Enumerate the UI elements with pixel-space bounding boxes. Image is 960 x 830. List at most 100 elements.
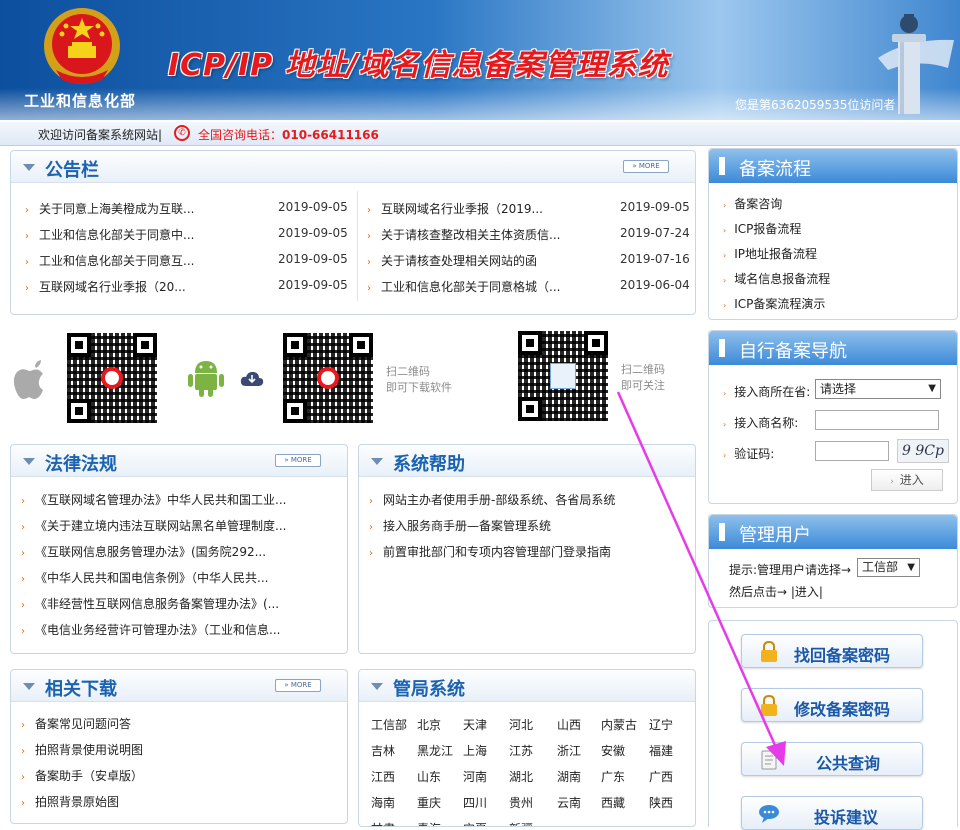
bureau-link[interactable]: 安徽 — [601, 742, 625, 759]
bureau-link[interactable]: 山西 — [557, 716, 581, 733]
notice-item[interactable]: › 工业和信息化部关于同意互... — [25, 252, 194, 269]
notice-item[interactable]: › 关于同意上海美橙成为互联... — [25, 200, 194, 217]
bureau-link[interactable]: 辽宁 — [649, 716, 673, 733]
notice-item-text[interactable]: 工业和信息化部关于同意中... — [39, 228, 194, 242]
bureau-link[interactable]: 广东 — [601, 768, 625, 785]
process-item[interactable]: › ICP备案流程演示 — [723, 295, 825, 312]
process-item-text[interactable]: IP地址报备流程 — [734, 247, 817, 261]
bureau-link[interactable]: 吉林 — [371, 742, 395, 759]
law-item[interactable]: › 《电信业务经营许可管理办法》（工业和信息... — [21, 621, 280, 638]
bureau-link[interactable]: 上海 — [463, 742, 487, 759]
notice-item[interactable]: › 工业和信息化部关于同意中... — [25, 226, 194, 243]
bureau-link[interactable]: 河南 — [463, 768, 487, 785]
help-item[interactable]: › 接入服务商手册—备案管理系统 — [369, 517, 551, 534]
bureau-link[interactable]: 云南 — [557, 794, 581, 811]
notice-item[interactable]: › 互联网域名行业季报（2019... — [367, 200, 543, 217]
captcha-input[interactable] — [815, 441, 889, 461]
province-select[interactable]: 请选择 — [815, 379, 941, 399]
download-item-text[interactable]: 备案常见问题问答 — [35, 717, 131, 731]
download-more-button[interactable]: » MORE — [275, 679, 321, 692]
help-item-text[interactable]: 网站主办者使用手册-部级系统、各省局系统 — [383, 493, 615, 507]
bureau-link[interactable]: 北京 — [417, 716, 441, 733]
bureau-link[interactable]: 青海 — [417, 820, 441, 826]
help-item-text[interactable]: 接入服务商手册—备案管理系统 — [383, 519, 551, 533]
cloud-download-icon[interactable] — [240, 370, 264, 386]
bureau-link[interactable]: 河北 — [509, 716, 533, 733]
bureau-link[interactable]: 天津 — [463, 716, 487, 733]
bureau-link[interactable]: 甘肃 — [371, 820, 395, 826]
process-item[interactable]: › ICP报备流程 — [723, 220, 801, 237]
notice-item-text[interactable]: 互联网域名行业季报（2019... — [381, 202, 543, 216]
process-item-text[interactable]: 域名信息报备流程 — [734, 272, 830, 286]
notice-item-text[interactable]: 工业和信息化部关于同意互... — [39, 254, 194, 268]
bureau-link[interactable]: 重庆 — [417, 794, 441, 811]
help-item[interactable]: › 前置审批部门和专项内容管理部门登录指南 — [369, 543, 611, 560]
notice-item[interactable]: › 关于请核查整改相关主体资质信... — [367, 226, 560, 243]
bureau-link[interactable]: 工信部 — [371, 716, 407, 733]
help-item-text[interactable]: 前置审批部门和专项内容管理部门登录指南 — [383, 545, 611, 559]
notice-item-text[interactable]: 互联网域名行业季报（20... — [39, 280, 186, 294]
complaint-button[interactable]: 投诉建议 — [741, 796, 923, 830]
law-item[interactable]: › 《互联网信息服务管理办法》(国务院292... — [21, 543, 266, 560]
bureau-link[interactable]: 湖北 — [509, 768, 533, 785]
captcha-image[interactable]: 9 9Cp — [897, 439, 949, 463]
law-item-text[interactable]: 《中华人民共和国电信条例》（中华人民共... — [35, 571, 268, 585]
law-item-text[interactable]: 《互联网信息服务管理办法》(国务院292... — [35, 545, 266, 559]
provider-name-input[interactable] — [815, 410, 939, 430]
law-item-text[interactable]: 《关于建立境内违法互联网站黑名单管理制度... — [35, 519, 286, 533]
process-item[interactable]: › 域名信息报备流程 — [723, 270, 830, 287]
download-item[interactable]: › 拍照背景使用说明图 — [21, 741, 143, 758]
bureau-link[interactable]: 福建 — [649, 742, 673, 759]
public-query-button[interactable]: 公共查询 — [741, 742, 923, 776]
admin-then[interactable]: 然后点击→ |进入| — [729, 583, 823, 600]
law-more-button[interactable]: » MORE — [275, 454, 321, 467]
bureau-link[interactable]: 湖南 — [557, 768, 581, 785]
download-item[interactable]: › 备案常见问题问答 — [21, 715, 131, 732]
recover-password-button[interactable]: 找回备案密码 — [741, 634, 923, 668]
bureau-link[interactable]: 西藏 — [601, 794, 625, 811]
notice-item-text[interactable]: 关于同意上海美橙成为互联... — [39, 202, 194, 216]
notice-item-text[interactable]: 工业和信息化部关于同意格城（... — [381, 280, 560, 294]
notice-item[interactable]: › 互联网域名行业季报（20... — [25, 278, 186, 295]
help-item[interactable]: › 网站主办者使用手册-部级系统、各省局系统 — [369, 491, 615, 508]
process-item-text[interactable]: ICP报备流程 — [734, 222, 801, 236]
bureau-link[interactable]: 浙江 — [557, 742, 581, 759]
nav-enter-button[interactable]: › 进入 — [871, 469, 943, 491]
bureau-link[interactable]: 广西 — [649, 768, 673, 785]
notice-item-text[interactable]: 关于请核查整改相关主体资质信... — [381, 228, 560, 242]
download-item[interactable]: › 拍照背景原始图 — [21, 793, 119, 810]
bureau-link[interactable]: 贵州 — [509, 794, 533, 811]
download-item-text[interactable]: 拍照背景原始图 — [35, 795, 119, 809]
law-item[interactable]: › 《关于建立境内违法互联网站黑名单管理制度... — [21, 517, 286, 534]
process-item[interactable]: › IP地址报备流程 — [723, 245, 817, 262]
law-item-text[interactable]: 《非经营性互联网信息服务备案管理办法》(... — [35, 597, 279, 611]
notice-item[interactable]: › 工业和信息化部关于同意格城（... — [367, 278, 560, 295]
admin-select[interactable]: 工信部 — [857, 558, 920, 577]
bureau-link[interactable]: 宁夏 — [463, 820, 487, 826]
law-item-text[interactable]: 《互联网域名管理办法》中华人民共和国工业... — [35, 493, 286, 507]
bureau-link[interactable]: 内蒙古 — [601, 716, 637, 733]
law-item[interactable]: › 《非经营性互联网信息服务备案管理办法》(... — [21, 595, 279, 612]
law-item[interactable]: › 《中华人民共和国电信条例》（中华人民共... — [21, 569, 268, 586]
bureau-link[interactable]: 山东 — [417, 768, 441, 785]
bureau-link[interactable]: 四川 — [463, 794, 487, 811]
bureau-link[interactable]: 陕西 — [649, 794, 673, 811]
bureau-link[interactable]: 海南 — [371, 794, 395, 811]
download-item-text[interactable]: 拍照背景使用说明图 — [35, 743, 143, 757]
bureau-link[interactable]: 黑龙江 — [417, 742, 453, 759]
process-item[interactable]: › 备案咨询 — [723, 195, 782, 212]
bureau-link[interactable]: 江西 — [371, 768, 395, 785]
download-item[interactable]: › 备案助手（安卓版） — [21, 767, 143, 784]
notice-more-button[interactable]: » MORE — [623, 160, 669, 173]
process-item-text[interactable]: ICP备案流程演示 — [734, 297, 825, 311]
change-password-button[interactable]: 修改备案密码 — [741, 688, 923, 722]
android-icon[interactable] — [188, 357, 224, 397]
bureau-link[interactable]: 新疆 — [509, 820, 533, 826]
bureau-link[interactable]: 江苏 — [509, 742, 533, 759]
download-item-text[interactable]: 备案助手（安卓版） — [35, 769, 143, 783]
law-item[interactable]: › 《互联网域名管理办法》中华人民共和国工业... — [21, 491, 286, 508]
law-item-text[interactable]: 《电信业务经营许可管理办法》（工业和信息... — [35, 623, 280, 637]
notice-item[interactable]: › 关于请核查处理相关网站的函 — [367, 252, 537, 269]
notice-item-text[interactable]: 关于请核查处理相关网站的函 — [381, 254, 537, 268]
process-item-text[interactable]: 备案咨询 — [734, 197, 782, 211]
